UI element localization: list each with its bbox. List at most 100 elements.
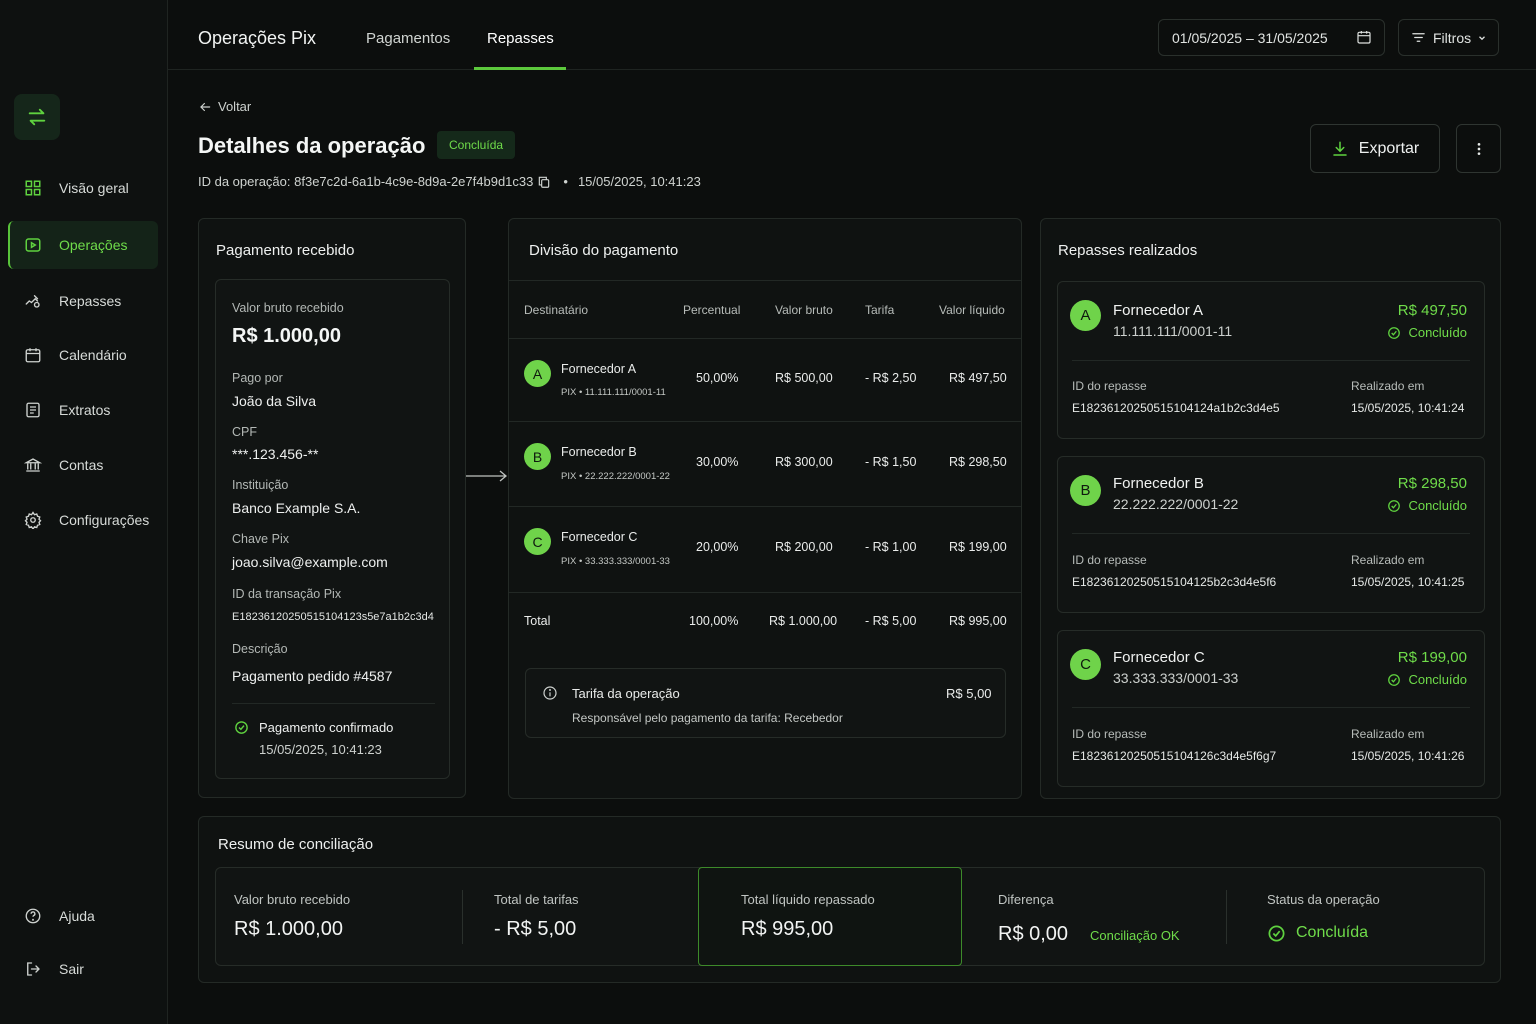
net-highlight-box: Total líquido repassado R$ 995,00	[698, 867, 962, 966]
sidebar-item-label: Visão geral	[59, 180, 129, 196]
app-logo[interactable]	[14, 94, 60, 140]
active-tab-indicator	[474, 67, 566, 70]
sidebar-item-operacoes[interactable]: Operações	[8, 221, 158, 269]
transfer-id-label: ID do repasse	[1072, 553, 1147, 567]
calendar-icon	[25, 348, 41, 363]
gross: R$ 200,00	[775, 540, 833, 554]
split-panel-title: Divisão do pagamento	[529, 242, 679, 259]
sidebar-item-label: Ajuda	[59, 908, 95, 924]
sidebar-item-ajuda[interactable]: Ajuda	[8, 892, 158, 940]
top-header: Operações Pix Pagamentos Repasses 01/05/…	[168, 0, 1536, 70]
fee: - R$ 1,00	[865, 540, 917, 554]
summary-gross-label: Valor bruto recebido	[234, 892, 351, 907]
copy-icon[interactable]	[537, 175, 551, 189]
transfer-card[interactable]: B Fornecedor B 22.222.222/0001-22 R$ 298…	[1057, 456, 1485, 613]
sidebar-item-contas[interactable]: Contas	[8, 441, 158, 489]
recipient-sub: PIX • 33.333.333/0001-33	[561, 556, 670, 567]
institution-label: Instituição	[232, 478, 289, 492]
transfer-datetime: 15/05/2025, 10:41:24	[1351, 401, 1465, 415]
more-vertical-icon	[1477, 142, 1480, 155]
transfer-status: Concluído	[1387, 325, 1467, 340]
logout-icon	[27, 962, 40, 976]
avatar: B	[1070, 475, 1101, 506]
reconciliation-summary: Valor bruto recebido R$ 1.000,00 Total d…	[215, 867, 1485, 966]
date-range-picker[interactable]: 01/05/2025 – 31/05/2025	[1158, 19, 1385, 56]
recipient-name: Fornecedor B	[561, 445, 637, 459]
sidebar-item-calendario[interactable]: Calendário	[8, 331, 158, 379]
transfer-doc: 22.222.222/0001-22	[1113, 496, 1239, 512]
transfer-id: E18236120250515104126c3d4e5f6g7	[1072, 749, 1277, 763]
transfer-id-label: ID do repasse	[1072, 727, 1147, 741]
chevron-down-icon	[1479, 35, 1486, 40]
transfers-panel: Repasses realizados A Fornecedor A 11.11…	[1040, 218, 1501, 799]
avatar: B	[524, 443, 551, 470]
operation-id: ID da operação: 8f3e7c2d-6a1b-4c9e-8d9a-…	[198, 174, 534, 189]
transfer-amount: R$ 497,50	[1397, 302, 1467, 319]
col-tarifa: Tarifa	[865, 303, 895, 317]
check-circle-icon	[235, 721, 248, 734]
sidebar-item-label: Repasses	[59, 293, 122, 309]
sidebar-item-extratos[interactable]: Extratos	[8, 386, 158, 434]
arrow-left-icon	[200, 102, 211, 111]
percent: 30,00%	[696, 455, 739, 469]
total-fee: - R$ 5,00	[865, 614, 917, 628]
transfer-id-label: ID do repasse	[1072, 379, 1147, 393]
sidebar-item-label: Calendário	[59, 347, 127, 363]
split-panel: Divisão do pagamento Destinatário Percen…	[508, 218, 1022, 799]
sidebar: Visão geral Operações Repasses Calendári…	[0, 0, 168, 1024]
recipient-sub: PIX • 22.222.222/0001-22	[561, 471, 670, 482]
description-label: Descrição	[232, 642, 288, 656]
summary-status-label: Status da operação	[1267, 892, 1380, 907]
divider	[509, 506, 1021, 507]
total-label: Total	[524, 614, 551, 628]
more-options-button[interactable]	[1456, 124, 1501, 173]
avatar: A	[1070, 300, 1101, 331]
swap-arrows-icon	[28, 108, 46, 126]
summary-status-value: Concluída	[1296, 924, 1369, 941]
download-icon	[1333, 141, 1347, 156]
divider	[1072, 533, 1470, 534]
description-value: Pagamento pedido #4587	[232, 668, 393, 684]
sidebar-item-label: Contas	[59, 457, 104, 473]
filters-button[interactable]: Filtros	[1398, 19, 1499, 56]
total-percent: 100,00%	[689, 614, 739, 628]
page-title: Detalhes da operação	[198, 133, 426, 158]
sidebar-item-visao-geral[interactable]: Visão geral	[8, 164, 158, 212]
divider	[1072, 360, 1470, 361]
transfer-id: E18236120250515104125b2c3d4e5f6	[1072, 575, 1277, 589]
divider	[509, 592, 1021, 593]
tab-pagamentos[interactable]: Pagamentos	[366, 30, 450, 47]
reconciliation-title: Resumo de conciliação	[218, 836, 374, 853]
status-text: Concluído	[1408, 498, 1467, 513]
status-text: Concluído	[1408, 672, 1467, 687]
export-button[interactable]: Exportar	[1310, 124, 1440, 173]
percent: 50,00%	[696, 371, 739, 385]
institution-value: Banco Example S.A.	[232, 500, 361, 516]
transfer-card[interactable]: A Fornecedor A 11.111.111/0001-11 R$ 497…	[1057, 281, 1485, 439]
recipient-sub: PIX • 11.111.111/0001-11	[561, 387, 666, 398]
fee: - R$ 1,50	[865, 455, 917, 469]
arrow-right-icon	[466, 470, 508, 482]
transfer-date-label: Realizado em	[1351, 727, 1425, 741]
percent: 20,00%	[696, 540, 739, 554]
back-link[interactable]: Voltar	[198, 99, 251, 114]
summary-gross-value: R$ 1.000,00	[234, 918, 343, 940]
sidebar-item-sair[interactable]: Sair	[8, 945, 158, 993]
status-badge: Concluída	[437, 131, 516, 159]
tab-repasses[interactable]: Repasses	[487, 30, 554, 47]
tx-id-value: E18236120250515104123s5e7a1b2c3d4	[232, 611, 434, 623]
fee-info-box: Tarifa da operação R$ 5,00 Responsável p…	[525, 668, 1006, 738]
col-valor-bruto: Valor bruto	[775, 303, 833, 317]
net: R$ 199,00	[949, 540, 1007, 554]
gross-value: R$ 1.000,00	[232, 325, 341, 347]
sidebar-item-configuracoes[interactable]: Configurações	[8, 496, 158, 544]
sidebar-item-repasses[interactable]: Repasses	[8, 277, 158, 325]
transfer-card[interactable]: C Fornecedor C 33.333.333/0001-33 R$ 199…	[1057, 630, 1485, 787]
summary-net-label: Total líquido repassado	[741, 892, 875, 907]
transfers-panel-title: Repasses realizados	[1058, 242, 1198, 259]
fee-value: R$ 5,00	[946, 686, 992, 701]
gross-label: Valor bruto recebido	[232, 301, 344, 315]
payer-value: João da Silva	[232, 393, 317, 409]
cpf-value: ***.123.456-**	[232, 446, 319, 462]
transfer-id: E18236120250515104124a1b2c3d4e5	[1072, 401, 1280, 415]
